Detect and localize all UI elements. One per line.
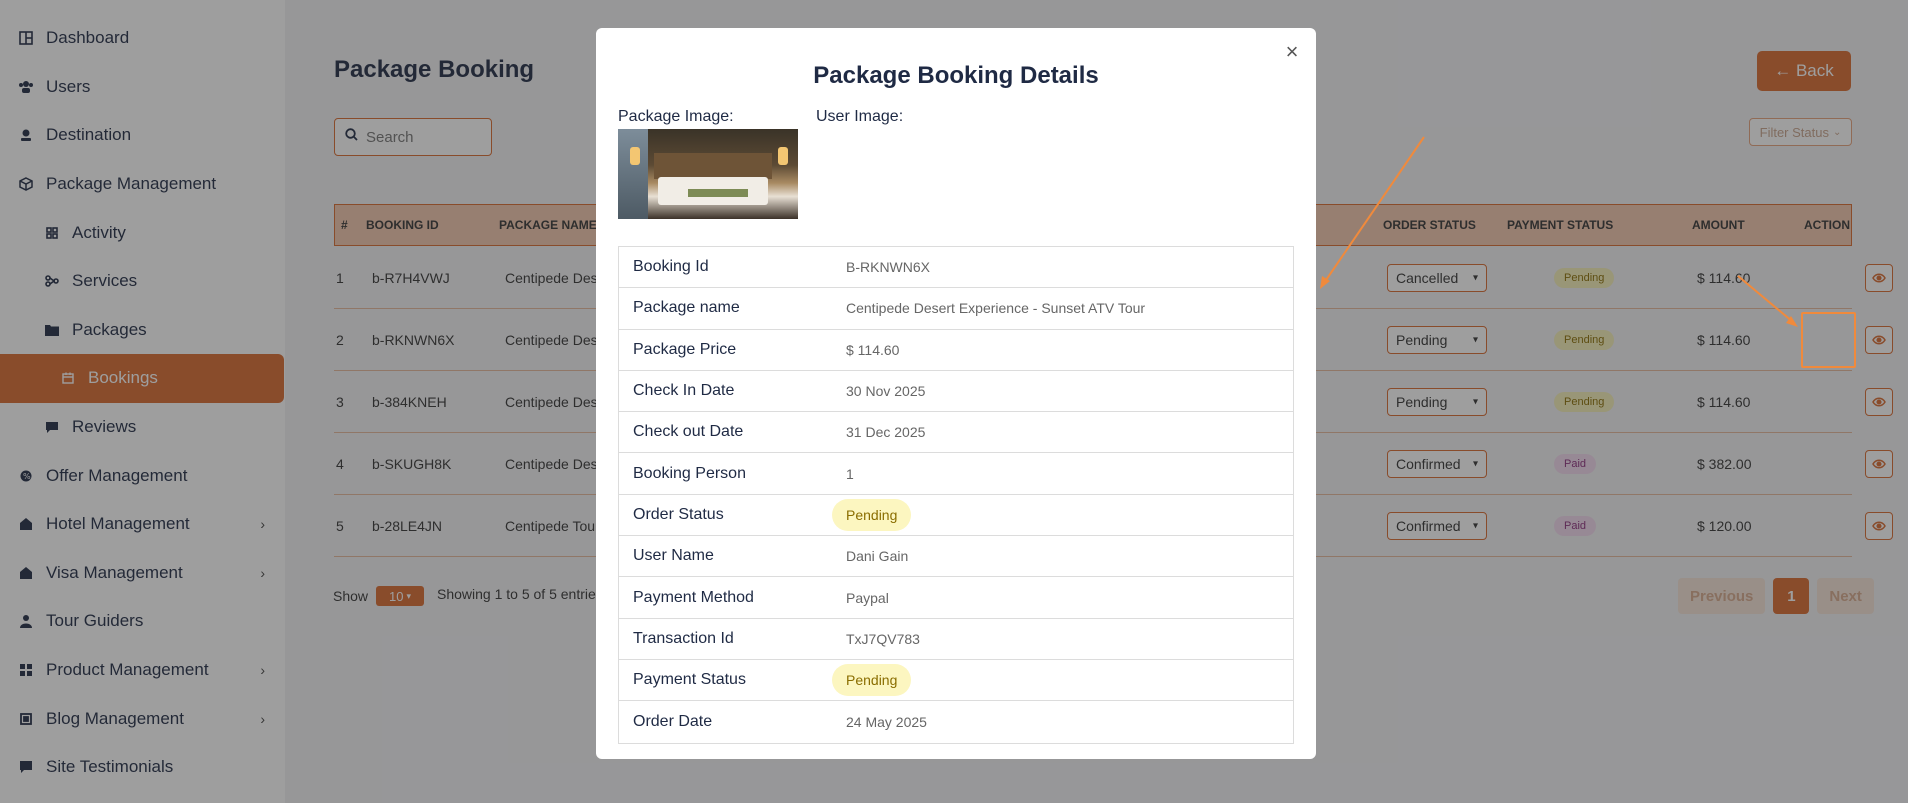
- detail-row: Package name Centipede Desert Experience …: [619, 288, 1293, 330]
- detail-row: Check out Date 31 Dec 2025: [619, 412, 1293, 454]
- detail-key: Payment Method: [633, 588, 754, 606]
- close-icon[interactable]: ×: [1282, 39, 1302, 64]
- detail-value: 1: [846, 465, 854, 482]
- detail-key: Transaction Id: [633, 629, 734, 647]
- detail-key: User Name: [633, 547, 714, 565]
- detail-row: Transaction Id TxJ7QV783: [619, 619, 1293, 660]
- detail-row: User Name Dani Gain: [619, 536, 1293, 578]
- user-image-label: User Image:: [816, 108, 904, 125]
- detail-value: 24 May 2025: [846, 713, 927, 730]
- detail-key: Booking Id: [633, 258, 709, 276]
- detail-value: Paypal: [846, 589, 889, 606]
- detail-key: Payment Status: [633, 671, 746, 689]
- details-table: Booking Id B-RKNWN6X Package name Centiped…: [618, 246, 1294, 744]
- detail-row: Order Status Pending: [619, 495, 1293, 537]
- detail-key: Check out Date: [633, 423, 744, 441]
- detail-key: Booking Person: [633, 464, 746, 482]
- highlight-box: [1801, 312, 1856, 368]
- detail-row: Booking Id B-RKNWN6X: [619, 247, 1293, 289]
- detail-key: Package Price: [633, 340, 737, 358]
- detail-value: $ 114.60: [846, 341, 900, 358]
- detail-value: 31 Dec 2025: [846, 424, 926, 441]
- detail-row: Payment Status Pending: [619, 660, 1293, 702]
- payment-status-badge: Pending: [832, 664, 912, 697]
- detail-row: Payment Method Paypal: [619, 577, 1293, 619]
- detail-value: 30 Nov 2025: [846, 383, 926, 400]
- package-image: [618, 129, 798, 219]
- detail-key: Check In Date: [633, 382, 735, 400]
- modal-title: Package Booking Details: [813, 62, 1099, 89]
- detail-key: Order Date: [633, 712, 713, 730]
- detail-value: Dani Gain: [846, 548, 909, 565]
- detail-row: Check In Date 30 Nov 2025: [619, 371, 1293, 413]
- detail-value: TxJ7QV783: [846, 630, 920, 647]
- booking-details-modal: Package Booking Details × Package Image:…: [596, 28, 1316, 759]
- detail-row: Package Price $ 114.60: [619, 330, 1293, 371]
- detail-key: Package name: [633, 299, 740, 317]
- detail-value: B-RKNWN6X: [846, 259, 931, 276]
- detail-row: Booking Person 1: [619, 453, 1293, 495]
- order-status-badge: Pending: [832, 498, 912, 531]
- package-image-label: Package Image:: [618, 108, 734, 125]
- detail-key: Order Status: [633, 505, 724, 523]
- detail-value: Centipede Desert Experience - Sunset ATV…: [846, 300, 1146, 317]
- detail-row: Order Date 24 May 2025: [619, 701, 1293, 742]
